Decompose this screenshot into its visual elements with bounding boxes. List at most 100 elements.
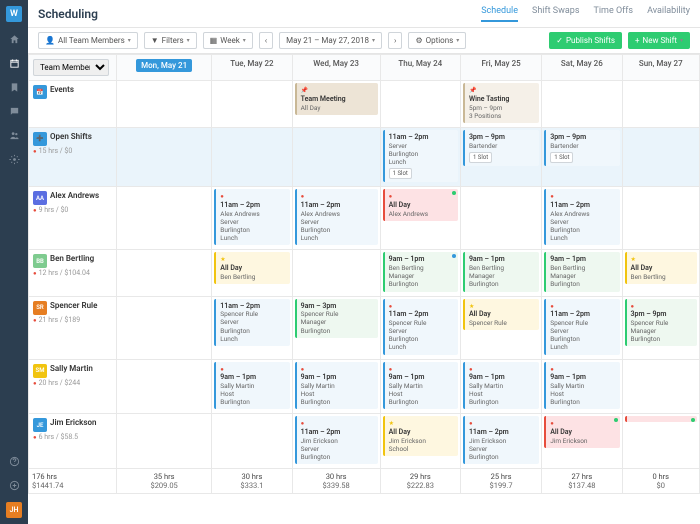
schedule-cell[interactable] xyxy=(460,187,541,250)
schedule-cell[interactable]: All DayAlex Andrews xyxy=(380,187,460,250)
schedule-cell[interactable]: 11am – 2pmJim EricksonServerBurlington xyxy=(460,414,541,469)
schedule-cell[interactable] xyxy=(117,127,212,187)
add-icon[interactable] xyxy=(7,478,21,492)
schedule-cell[interactable]: 9am – 1pmBen BertlingManagerBurlington xyxy=(542,250,622,296)
schedule-cell[interactable]: All DayJim EricksonSchool xyxy=(380,414,460,469)
schedule-cell[interactable] xyxy=(292,127,380,187)
shift-card[interactable]: All DayJim Erickson xyxy=(544,416,619,448)
shift-card[interactable]: All DayJim EricksonSchool xyxy=(383,416,458,456)
schedule-cell[interactable]: All DayJim Erickson xyxy=(542,414,622,469)
shift-card[interactable]: 9am – 1pmBen BertlingManagerBurlington xyxy=(383,252,458,291)
tab-swaps[interactable]: Shift Swaps xyxy=(532,6,580,22)
shift-card[interactable]: 11am – 2pmSpencer RuleServerBurlingtonLu… xyxy=(383,299,458,355)
schedule-cell[interactable] xyxy=(542,81,622,128)
schedule-cell[interactable]: All DayBen Bertling xyxy=(212,250,292,296)
app-logo[interactable]: W xyxy=(6,6,22,22)
members-select[interactable]: Team Members xyxy=(33,59,109,76)
schedule-cell[interactable]: 9am – 3pmSpencer RuleManagerBurlington xyxy=(292,296,380,359)
bookmark-icon[interactable] xyxy=(7,80,21,94)
schedule-cell[interactable] xyxy=(212,81,292,128)
schedule-cell[interactable] xyxy=(622,187,699,250)
tab-timeoffs[interactable]: Time Offs xyxy=(594,6,634,22)
schedule-cell[interactable]: 9am – 1pmSally MartinHostBurlington xyxy=(292,359,380,414)
avatar[interactable]: JH xyxy=(6,502,22,518)
shift-card[interactable]: 11am – 2pmSpencer RuleServerBurlingtonLu… xyxy=(544,299,619,355)
publish-button[interactable]: ✓Publish Shifts xyxy=(549,32,622,49)
schedule-cell[interactable] xyxy=(117,187,212,250)
schedule-cell[interactable]: 3pm – 9pmBartender1 Slot xyxy=(460,127,541,187)
schedule-cell[interactable]: Wine Tasting5pm – 9pm3 Positions xyxy=(460,81,541,128)
filters-button[interactable]: ▼Filters▾ xyxy=(144,32,197,49)
shift-card[interactable]: 11am – 2pmAlex AndrewsServerBurlingtonLu… xyxy=(295,189,378,245)
view-button[interactable]: ▦Week▾ xyxy=(203,32,253,49)
shift-card[interactable]: 11am – 2pmAlex AndrewsServerBurlingtonLu… xyxy=(544,189,619,245)
shift-card[interactable] xyxy=(625,416,697,422)
shift-card[interactable]: 3pm – 9pmSpencer RuleManagerBurlington xyxy=(625,299,697,347)
members-col-header[interactable]: Team Members xyxy=(29,55,117,81)
schedule-cell[interactable]: 9am – 1pmBen BertlingManagerBurlington xyxy=(380,250,460,296)
schedule-grid[interactable]: Team MembersMon, May 21Tue, May 22Wed, M… xyxy=(28,54,700,524)
schedule-cell[interactable]: 11am – 2pmSpencer RuleServerBurlingtonLu… xyxy=(542,296,622,359)
schedule-cell[interactable]: All DaySpencer Rule xyxy=(460,296,541,359)
shift-card[interactable]: 11am – 2pmJim EricksonServerBurlington xyxy=(295,416,378,464)
schedule-cell[interactable]: 9am – 1pmBen BertlingManagerBurlington xyxy=(460,250,541,296)
shift-card[interactable]: 9am – 1pmSally MartinHostBurlington xyxy=(383,362,458,410)
schedule-cell[interactable]: 11am – 2pmAlex AndrewsServerBurlingtonLu… xyxy=(292,187,380,250)
tab-availability[interactable]: Availability xyxy=(647,6,690,22)
shift-card[interactable]: Wine Tasting5pm – 9pm3 Positions xyxy=(463,83,539,123)
schedule-cell[interactable] xyxy=(117,296,212,359)
schedule-cell[interactable]: 9am – 1pmSally MartinHostBurlington xyxy=(542,359,622,414)
shift-card[interactable]: 9am – 1pmBen BertlingManagerBurlington xyxy=(544,252,619,291)
new-shift-button[interactable]: +New Shift▾ xyxy=(628,32,690,49)
date-range[interactable]: May 21 – May 27, 2018▾ xyxy=(279,32,382,49)
schedule-cell[interactable]: 9am – 1pmSally MartinHostBurlington xyxy=(460,359,541,414)
shift-card[interactable]: Team MeetingAll Day xyxy=(295,83,378,115)
schedule-cell[interactable] xyxy=(117,81,212,128)
schedule-cell[interactable]: Team MeetingAll Day xyxy=(292,81,380,128)
home-icon[interactable] xyxy=(7,32,21,46)
shift-card[interactable]: All DayAlex Andrews xyxy=(383,189,458,221)
shift-card[interactable]: All DaySpencer Rule xyxy=(463,299,539,331)
schedule-cell[interactable] xyxy=(622,359,699,414)
schedule-cell[interactable] xyxy=(117,414,212,469)
schedule-cell[interactable] xyxy=(622,127,699,187)
schedule-cell[interactable] xyxy=(380,81,460,128)
calendar-icon[interactable] xyxy=(7,56,21,70)
shift-card[interactable]: All DayBen Bertling xyxy=(625,252,697,284)
schedule-cell[interactable]: 11am – 2pmSpencer RuleServerBurlingtonLu… xyxy=(380,296,460,359)
gear-icon[interactable] xyxy=(7,152,21,166)
shift-card[interactable]: 11am – 2pmAlex AndrewsServerBurlingtonLu… xyxy=(214,189,289,245)
schedule-cell[interactable]: 11am – 2pmJim EricksonServerBurlington xyxy=(292,414,380,469)
team-filter[interactable]: 👤All Team Members▾ xyxy=(38,32,138,49)
schedule-cell[interactable]: All DayBen Bertling xyxy=(622,250,699,296)
users-icon[interactable] xyxy=(7,128,21,142)
shift-card[interactable]: 11am – 2pmServerBurlingtonLunch1 Slot xyxy=(383,130,458,183)
schedule-cell[interactable]: 11am – 2pmAlex AndrewsServerBurlingtonLu… xyxy=(542,187,622,250)
schedule-cell[interactable] xyxy=(292,250,380,296)
shift-card[interactable]: 9am – 1pmSally MartinHostBurlington xyxy=(463,362,539,410)
schedule-cell[interactable] xyxy=(622,81,699,128)
schedule-cell[interactable] xyxy=(117,250,212,296)
schedule-cell[interactable]: 9am – 1pmSally MartinHostBurlington xyxy=(380,359,460,414)
schedule-cell[interactable] xyxy=(117,359,212,414)
schedule-cell[interactable]: 3pm – 9pmBartender1 Slot xyxy=(542,127,622,187)
tab-schedule[interactable]: Schedule xyxy=(481,6,518,22)
chat-icon[interactable] xyxy=(7,104,21,118)
shift-card[interactable]: 9am – 1pmSally MartinHostBurlington xyxy=(214,362,289,410)
schedule-cell[interactable]: 11am – 2pmServerBurlingtonLunch1 Slot xyxy=(380,127,460,187)
schedule-cell[interactable] xyxy=(212,127,292,187)
prev-button[interactable]: ‹ xyxy=(259,32,273,49)
schedule-cell[interactable]: 11am – 2pmAlex AndrewsServerBurlingtonLu… xyxy=(212,187,292,250)
next-button[interactable]: › xyxy=(388,32,402,49)
schedule-cell[interactable]: 3pm – 9pmSpencer RuleManagerBurlington xyxy=(622,296,699,359)
shift-card[interactable]: 9am – 1pmSally MartinHostBurlington xyxy=(544,362,619,410)
shift-card[interactable]: 9am – 1pmBen BertlingManagerBurlington xyxy=(463,252,539,291)
options-button[interactable]: ⚙Options▾ xyxy=(408,32,466,49)
shift-card[interactable]: 11am – 2pmSpencer RuleServerBurlingtonLu… xyxy=(214,299,289,346)
schedule-cell[interactable] xyxy=(622,414,699,469)
shift-card[interactable]: 9am – 1pmSally MartinHostBurlington xyxy=(295,362,378,410)
shift-card[interactable]: 3pm – 9pmBartender1 Slot xyxy=(544,130,619,166)
schedule-cell[interactable]: 11am – 2pmSpencer RuleServerBurlingtonLu… xyxy=(212,296,292,359)
shift-card[interactable]: 11am – 2pmJim EricksonServerBurlington xyxy=(463,416,539,464)
schedule-cell[interactable]: 9am – 1pmSally MartinHostBurlington xyxy=(212,359,292,414)
